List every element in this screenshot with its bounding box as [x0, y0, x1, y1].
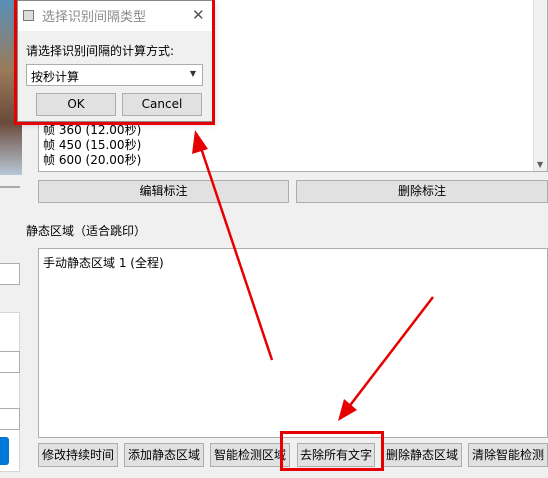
clear-smart-detect-button[interactable]: 清除智能检测 [468, 443, 548, 467]
list-item[interactable]: 手动静态区域 1 (全程) [43, 254, 164, 271]
edit-annotation-button[interactable]: 编辑标注 [38, 180, 289, 203]
remove-text-highlight [280, 431, 384, 471]
list-scrollbar[interactable]: ▼ [533, 0, 547, 171]
delete-static-region-button[interactable]: 删除静态区域 [382, 443, 462, 467]
static-regions-label: 静态区域（适合跳印） [26, 224, 147, 238]
list-item[interactable]: 帧 600 (20.00秒) [43, 153, 141, 168]
left-slider-track[interactable] [0, 186, 20, 188]
scroll-down-arrow-icon[interactable]: ▼ [537, 160, 543, 169]
delete-annotation-button[interactable]: 删除标注 [296, 180, 548, 203]
dialog-highlight [14, 0, 215, 125]
smart-detect-region-button[interactable]: 智能检测区域 [210, 443, 290, 467]
static-regions-list[interactable]: 手动静态区域 1 (全程) [38, 248, 548, 438]
modify-duration-button[interactable]: 修改持续时间 [38, 443, 118, 467]
left-input-box[interactable] [0, 351, 20, 373]
list-item[interactable]: 帧 450 (15.00秒) [43, 138, 141, 153]
left-input-box[interactable] [0, 408, 20, 430]
add-static-region-button[interactable]: 添加静态区域 [124, 443, 204, 467]
list-item[interactable]: 帧 360 (12.00秒) [43, 123, 141, 138]
left-input-box[interactable] [0, 263, 20, 285]
left-primary-button[interactable] [0, 437, 9, 465]
